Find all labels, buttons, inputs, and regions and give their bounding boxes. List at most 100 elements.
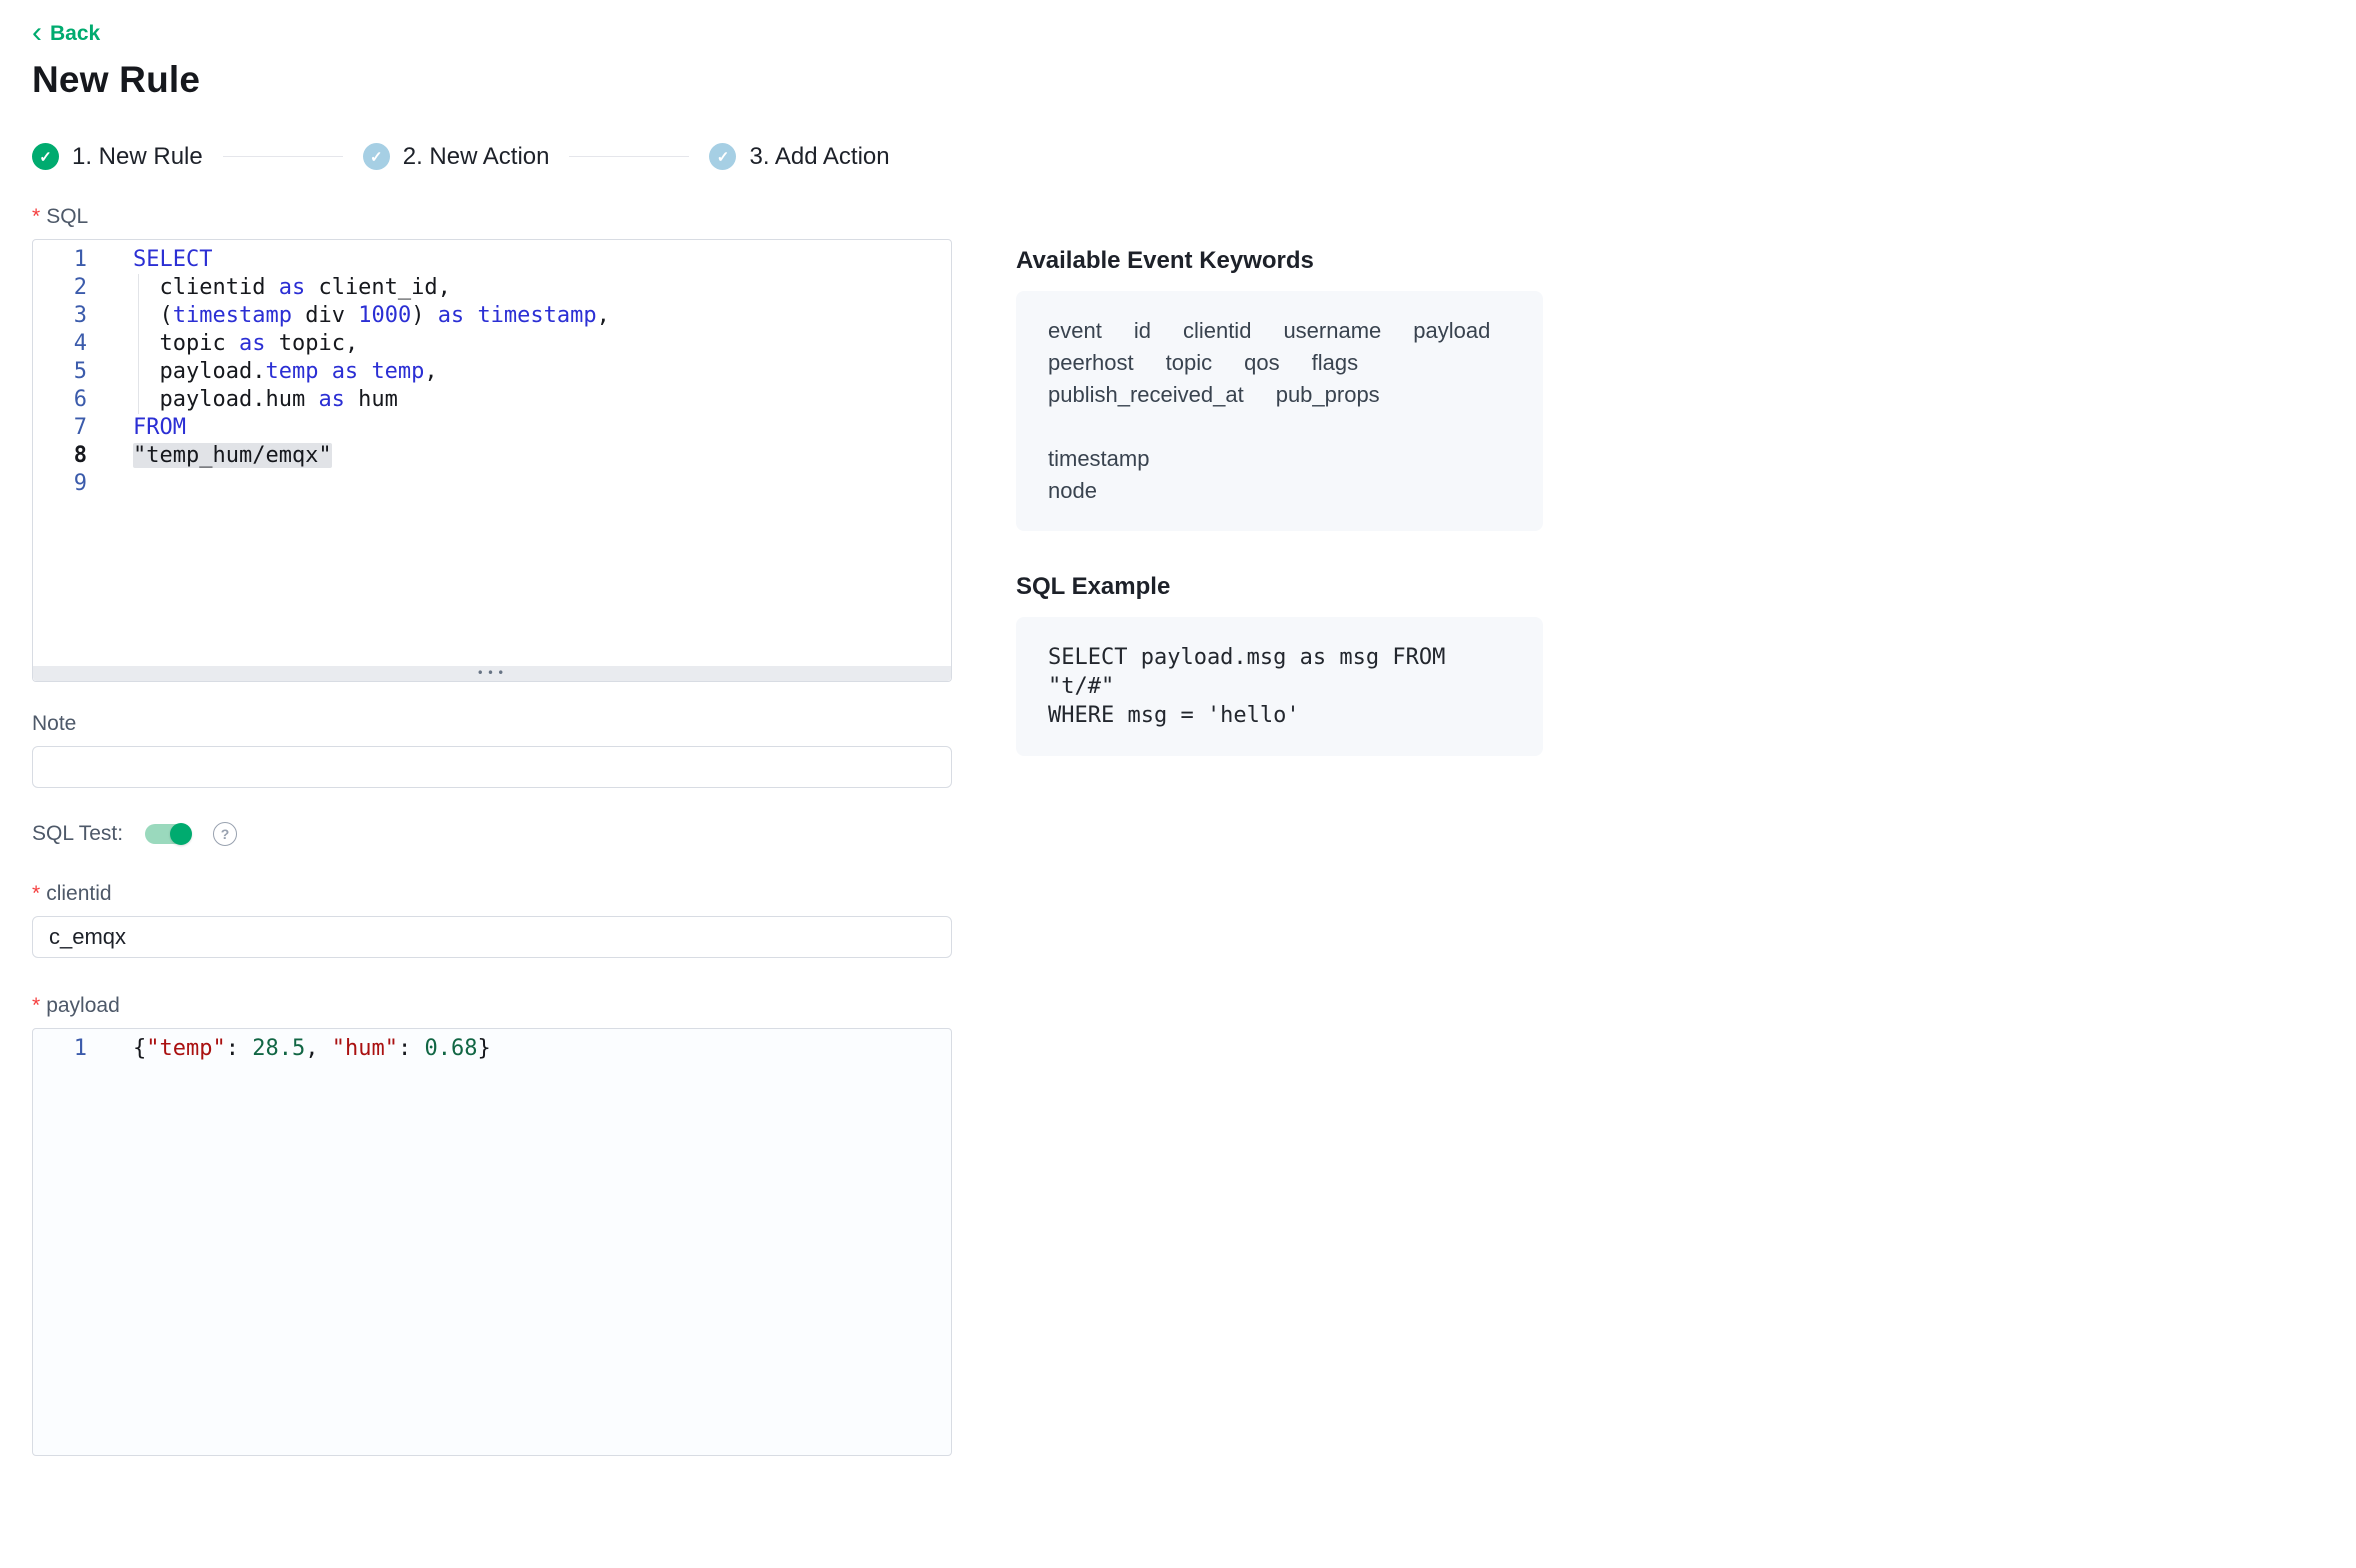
code-line: 4 topic as topic, [33, 330, 951, 358]
new-rule-page: ‹ Back New Rule ✓ 1. New Rule ✓ 2. New A… [0, 0, 2356, 1456]
line-number: 8 [33, 442, 105, 470]
step-2-new-action[interactable]: ✓ 2. New Action [363, 143, 550, 171]
line-number: 3 [33, 302, 105, 330]
step-1-new-rule[interactable]: ✓ 1. New Rule [32, 143, 203, 171]
note-label-text: Note [32, 712, 76, 736]
code-text [105, 470, 133, 498]
code-line: 2 clientid as client_id, [33, 274, 951, 302]
line-number: 4 [33, 330, 105, 358]
keyword-item: timestamp [1048, 443, 1149, 475]
line-number: 1 [33, 1035, 105, 1063]
code-line: 8"temp_hum/emqx" [33, 442, 951, 470]
code-line: 5 payload.temp as temp, [33, 358, 951, 386]
keyword-item: publish_received_at [1048, 379, 1244, 411]
code-text: clientid as client_id, [105, 274, 451, 302]
sql-label: * SQL [32, 205, 952, 229]
code-text: payload.temp as temp, [105, 358, 438, 386]
note-label: Note [32, 712, 952, 736]
sql-test-field: SQL Test: ? [32, 822, 952, 846]
resize-dots-icon: ••• [477, 666, 508, 680]
sql-label-text: SQL [46, 205, 88, 229]
rule-form: * SQL 1SELECT2 clientid as client_id,3 (… [32, 205, 952, 1456]
step-connector [569, 156, 689, 157]
keyword-row: peerhost topic qos flags [1048, 347, 1511, 379]
required-asterisk: * [32, 882, 40, 906]
keyword-item: qos [1244, 347, 1279, 379]
keyword-item: node [1048, 475, 1097, 507]
check-circle-icon: ✓ [709, 143, 736, 170]
keyword-item: event [1048, 315, 1102, 347]
code-line: 6 payload.hum as hum [33, 386, 951, 414]
payload-code-area[interactable]: 1{"temp": 28.5, "hum": 0.68} [33, 1029, 951, 1455]
keyword-item: pub_props [1276, 379, 1380, 411]
line-number: 5 [33, 358, 105, 386]
code-line: 3 (timestamp div 1000) as timestamp, [33, 302, 951, 330]
chevron-left-icon: ‹ [32, 24, 42, 42]
payload-label-text: payload [46, 994, 120, 1018]
payload-label: * payload [32, 994, 952, 1018]
keyword-item: peerhost [1048, 347, 1134, 379]
step-label: 3. Add Action [749, 143, 889, 171]
back-label: Back [50, 22, 100, 46]
line-number: 7 [33, 414, 105, 442]
back-link[interactable]: ‹ Back [32, 22, 100, 46]
editor-resize-handle[interactable]: ••• [33, 666, 951, 681]
line-number: 2 [33, 274, 105, 302]
code-text: (timestamp div 1000) as timestamp, [105, 302, 610, 330]
sql-example-box: SELECT payload.msg as msg FROM "t/#"WHER… [1016, 617, 1543, 756]
sql-test-label: SQL Test: [32, 822, 123, 846]
example-title: SQL Example [1016, 573, 1543, 601]
check-circle-icon: ✓ [363, 143, 390, 170]
required-asterisk: * [32, 994, 40, 1018]
help-panel: Available Event Keywords eventid clientid… [1016, 205, 1543, 756]
check-circle-icon: ✓ [32, 143, 59, 170]
toggle-knob [170, 823, 192, 845]
line-number: 9 [33, 470, 105, 498]
line-number: 6 [33, 386, 105, 414]
keyword-item: topic [1166, 347, 1212, 379]
clientid-label-text: clientid [46, 882, 111, 906]
code-text: FROM [105, 414, 186, 442]
code-line: 7FROM [33, 414, 951, 442]
clientid-input[interactable] [32, 916, 952, 958]
keywords-title: Available Event Keywords [1016, 247, 1543, 275]
keyword-item: username [1283, 315, 1381, 347]
code-text: topic as topic, [105, 330, 358, 358]
help-icon[interactable]: ? [213, 822, 237, 846]
code-line: 9 [33, 470, 951, 498]
content: * SQL 1SELECT2 clientid as client_id,3 (… [32, 205, 2308, 1456]
required-asterisk: * [32, 205, 40, 229]
step-label: 1. New Rule [72, 143, 203, 171]
code-text: "temp_hum/emqx" [105, 442, 332, 470]
keyword-item: id [1134, 315, 1151, 347]
keyword-item: payload [1413, 315, 1490, 347]
payload-editor[interactable]: 1{"temp": 28.5, "hum": 0.68} [32, 1028, 952, 1456]
sql-test-toggle[interactable] [145, 824, 191, 844]
keyword-row: eventid clientid username payload [1048, 315, 1511, 347]
step-3-add-action[interactable]: ✓ 3. Add Action [709, 143, 889, 171]
code-text: {"temp": 28.5, "hum": 0.68} [105, 1035, 491, 1063]
keyword-row: publish_received_at pub_props timestamp [1048, 379, 1511, 475]
keyword-item: clientid [1183, 315, 1251, 347]
note-input[interactable] [32, 746, 952, 788]
step-connector [223, 156, 343, 157]
sql-editor[interactable]: 1SELECT2 clientid as client_id,3 (timest… [32, 239, 952, 682]
code-line: 1{"temp": 28.5, "hum": 0.68} [33, 1035, 951, 1063]
line-number: 1 [33, 246, 105, 274]
example-line: SELECT payload.msg as msg FROM "t/#" [1048, 643, 1511, 701]
note-field: Note [32, 712, 952, 788]
keyword-item: flags [1312, 347, 1358, 379]
stepper: ✓ 1. New Rule ✓ 2. New Action ✓ 3. Add A… [32, 143, 2308, 171]
clientid-field: * clientid [32, 882, 952, 958]
code-line: 1SELECT [33, 246, 951, 274]
keyword-row: node [1048, 475, 1511, 507]
clientid-label: * clientid [32, 882, 952, 906]
page-title: New Rule [32, 59, 2308, 101]
sql-code-area[interactable]: 1SELECT2 clientid as client_id,3 (timest… [33, 240, 951, 666]
code-text: payload.hum as hum [105, 386, 398, 414]
keywords-box: eventid clientid username payload peerhost to… [1016, 291, 1543, 531]
payload-field: * payload 1{"temp": 28.5, "hum": 0.68} [32, 994, 952, 1456]
code-text: SELECT [105, 246, 212, 274]
step-label: 2. New Action [403, 143, 550, 171]
example-line: WHERE msg = 'hello' [1048, 701, 1511, 730]
